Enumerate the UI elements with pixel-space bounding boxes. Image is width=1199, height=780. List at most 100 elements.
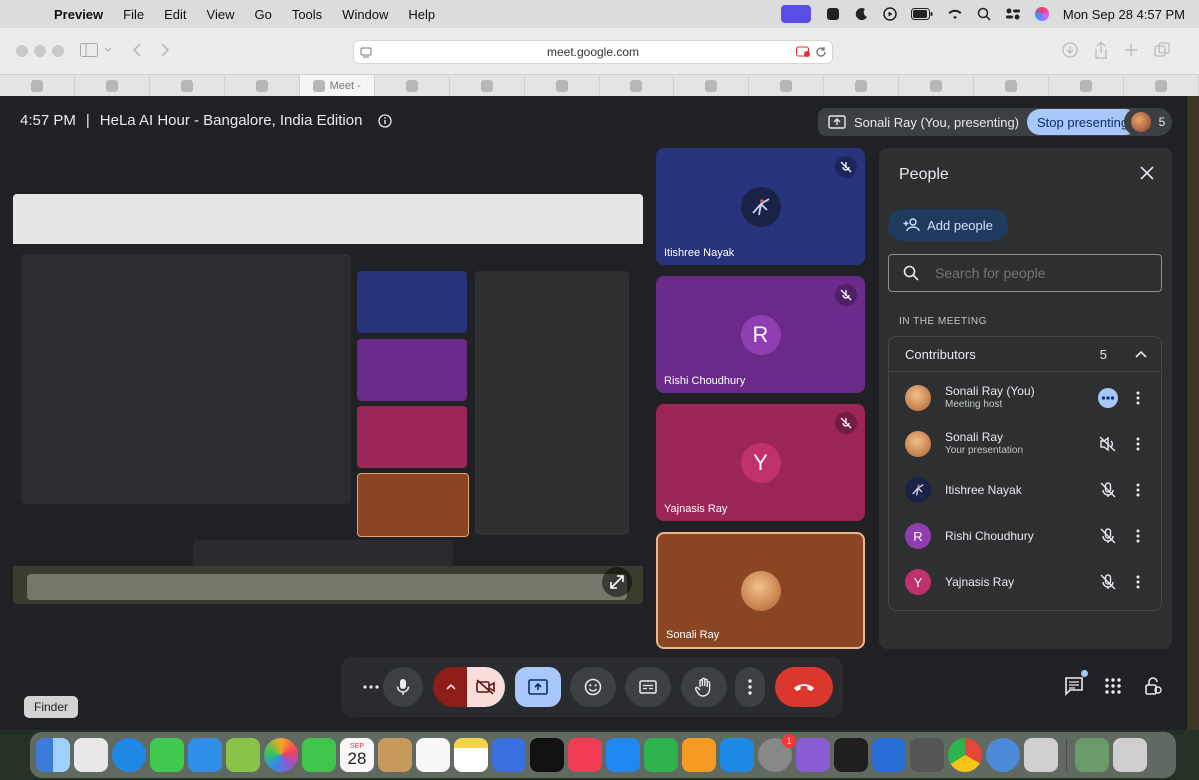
moon-icon[interactable] — [855, 7, 869, 21]
camera-off-button[interactable] — [467, 667, 505, 707]
menu-help[interactable]: Help — [408, 7, 435, 22]
dock-icon-contacts[interactable] — [378, 738, 412, 772]
screen-recording-icon[interactable] — [796, 46, 810, 58]
camera-options-button[interactable] — [433, 667, 469, 707]
minimize-window-button[interactable] — [34, 45, 46, 57]
share-icon[interactable] — [1094, 41, 1108, 59]
dock-icon-finder[interactable] — [36, 738, 70, 772]
forward-icon[interactable] — [160, 43, 170, 57]
volume-off-icon[interactable] — [1097, 436, 1119, 452]
add-people-button[interactable]: Add people — [888, 209, 1008, 241]
dock-icon-messages[interactable] — [150, 738, 184, 772]
page-menu-icon[interactable] — [360, 46, 372, 58]
control-center-icon[interactable] — [1005, 8, 1021, 20]
dock-icon-downloads[interactable] — [1075, 738, 1109, 772]
back-icon[interactable] — [132, 43, 142, 57]
host-controls-button[interactable] — [1133, 666, 1173, 706]
participant-tile[interactable]: Y Yajnasis Ray — [656, 404, 865, 521]
leave-call-button[interactable] — [775, 667, 833, 707]
tab[interactable] — [674, 75, 750, 97]
tab[interactable] — [74, 75, 150, 97]
mic-off-icon[interactable] — [1097, 528, 1119, 544]
search-people-field[interactable] — [888, 254, 1162, 292]
close-window-button[interactable] — [16, 45, 28, 57]
address-bar[interactable]: meet.google.com — [353, 40, 833, 64]
chevron-up-icon[interactable] — [1135, 350, 1147, 358]
menubar-clock[interactable]: Mon Sep 28 4:57 PM — [1063, 7, 1185, 22]
tab[interactable] — [899, 75, 975, 97]
dock-icon-photos[interactable] — [264, 738, 298, 772]
tab[interactable] — [224, 75, 300, 97]
dock-icon-chrome[interactable] — [948, 738, 982, 772]
dock-icon-keynote[interactable] — [606, 738, 640, 772]
tab[interactable] — [974, 75, 1050, 97]
dock-icon-safari[interactable] — [112, 738, 146, 772]
tab[interactable] — [374, 75, 450, 97]
more-options-icon[interactable] — [1133, 529, 1143, 543]
tab-overview-icon[interactable] — [1154, 42, 1170, 58]
more-options-icon[interactable] — [1133, 483, 1143, 497]
participant-tile-active[interactable]: Sonali Ray — [656, 532, 865, 649]
dock-icon-quicktime[interactable] — [986, 738, 1020, 772]
dock-icon-freeform[interactable] — [492, 738, 526, 772]
participant-row[interactable]: Sonali Ray Your presentation — [889, 421, 1161, 467]
participant-tile[interactable]: R Rishi Choudhury — [656, 276, 865, 393]
chat-button[interactable] — [1054, 666, 1094, 706]
reload-icon[interactable] — [815, 46, 827, 58]
tab[interactable] — [599, 75, 675, 97]
siri-icon[interactable] — [1034, 7, 1049, 21]
menu-tools[interactable]: Tools — [292, 7, 322, 22]
dock-icon-maps[interactable] — [226, 738, 260, 772]
menu-window[interactable]: Window — [342, 7, 388, 22]
menu-edit[interactable]: Edit — [164, 7, 186, 22]
participant-row[interactable]: R Rishi Choudhury — [889, 513, 1161, 559]
more-options-icon[interactable] — [1133, 437, 1143, 451]
zoom-window-button[interactable] — [52, 45, 64, 57]
mic-off-icon[interactable] — [1097, 574, 1119, 590]
tab-meet[interactable]: Meet - — [299, 75, 375, 97]
dock-icon-tv[interactable] — [530, 738, 564, 772]
microphone-button[interactable] — [383, 667, 423, 707]
raise-hand-button[interactable] — [681, 667, 727, 707]
sidebar-icon[interactable] — [80, 43, 98, 57]
stop-presenting-button[interactable]: Stop presenting — [1027, 109, 1139, 135]
dock-icon-facetime[interactable] — [302, 738, 336, 772]
activities-button[interactable] — [1093, 666, 1133, 706]
participant-tile[interactable]: Itishree Nayak — [656, 148, 865, 265]
dock-icon-system-settings[interactable]: 1 — [758, 734, 796, 772]
tab[interactable] — [524, 75, 600, 97]
search-icon[interactable] — [977, 7, 991, 21]
dock-icon-inkscape[interactable] — [910, 738, 944, 772]
menu-preview[interactable]: Preview — [54, 7, 103, 22]
tab[interactable] — [824, 75, 900, 97]
dock-icon-terminal[interactable] — [834, 738, 868, 772]
tab[interactable] — [1049, 75, 1125, 97]
participant-row[interactable]: Itishree Nayak — [889, 467, 1161, 513]
participants-button[interactable]: 5 — [1124, 108, 1172, 136]
dock-icon-launchpad[interactable] — [74, 738, 108, 772]
chevron-down-icon[interactable] — [104, 47, 112, 53]
dock-icon-reminders[interactable] — [416, 738, 450, 772]
present-button[interactable] — [515, 667, 561, 707]
participant-row[interactable]: Y Yajnasis Ray — [889, 559, 1161, 605]
tab[interactable] — [449, 75, 525, 97]
tab[interactable] — [0, 75, 75, 97]
dock-icon-github[interactable] — [796, 738, 830, 772]
mic-off-icon[interactable] — [1097, 482, 1119, 498]
reactions-button[interactable] — [570, 667, 616, 707]
tab[interactable] — [149, 75, 225, 97]
dock-icon-app-store[interactable] — [720, 738, 754, 772]
dock-icon-pages[interactable] — [682, 738, 716, 772]
dock-icon-calendar[interactable]: SEP 28 — [340, 738, 374, 772]
dock-icon-numbers[interactable] — [644, 738, 678, 772]
menu-file[interactable]: File — [123, 7, 144, 22]
menu-view[interactable]: View — [207, 7, 235, 22]
play-icon[interactable] — [883, 7, 897, 21]
search-people-input[interactable] — [933, 264, 1137, 282]
info-icon[interactable] — [378, 113, 393, 128]
more-options-icon[interactable] — [1133, 391, 1143, 405]
dock-icon-music[interactable] — [568, 738, 602, 772]
dock-icon-notes[interactable] — [454, 738, 488, 772]
contributors-header[interactable]: Contributors 5 — [889, 337, 1161, 372]
new-tab-icon[interactable] — [1124, 43, 1138, 57]
